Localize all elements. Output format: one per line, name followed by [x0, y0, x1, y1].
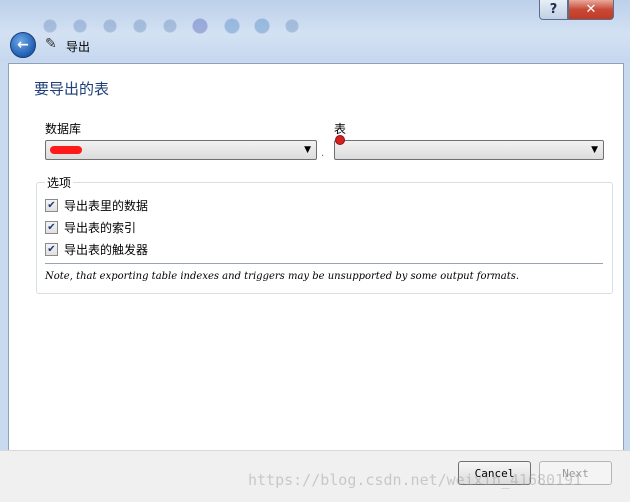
- check-icon: ✔: [47, 222, 56, 233]
- options-legend: 选项: [45, 174, 74, 191]
- table-select[interactable]: ▼: [334, 135, 604, 160]
- database-label: 数据库: [45, 122, 82, 136]
- separator-dot: .: [321, 148, 325, 159]
- wizard-content-panel: 要导出的表 数据库 表 ▼ . ▼ 选项 ✔ 导出表里的数据 ✔ 导出表的索引 …: [8, 63, 624, 451]
- help-button[interactable]: ?: [539, 0, 568, 20]
- window-controls: ? ✕: [539, 0, 614, 20]
- database-select[interactable]: ▼: [45, 140, 317, 160]
- checkbox-export-triggers[interactable]: ✔: [45, 243, 58, 256]
- option-export-triggers[interactable]: ✔ 导出表的触发器: [45, 241, 148, 258]
- error-indicator-icon: [335, 135, 345, 145]
- wand-icon: ✎: [45, 36, 57, 52]
- option-label: 导出表的索引: [64, 221, 137, 235]
- option-label: 导出表的触发器: [64, 243, 149, 257]
- check-icon: ✔: [47, 200, 56, 211]
- back-arrow-icon: ←: [17, 37, 29, 53]
- option-export-data[interactable]: ✔ 导出表里的数据: [45, 197, 148, 214]
- close-button[interactable]: ✕: [568, 0, 614, 20]
- checkbox-export-indexes[interactable]: ✔: [45, 221, 58, 234]
- watermark-text: https://blog.csdn.net/weixin_41680191: [248, 471, 583, 489]
- chevron-down-icon: ▼: [591, 145, 598, 155]
- checkbox-export-data[interactable]: ✔: [45, 199, 58, 212]
- option-export-indexes[interactable]: ✔ 导出表的索引: [45, 219, 136, 236]
- page-title: 要导出的表: [34, 80, 110, 98]
- chevron-down-icon: ▼: [304, 145, 311, 155]
- check-icon: ✔: [47, 244, 56, 255]
- export-note: Note, that exporting table indexes and t…: [45, 271, 520, 282]
- window-titlebar: [0, 0, 630, 62]
- redacted-value-mark: [50, 146, 82, 154]
- divider: [45, 263, 603, 264]
- back-button[interactable]: ←: [10, 32, 36, 58]
- wizard-title: 导出: [66, 40, 91, 54]
- option-label: 导出表里的数据: [64, 199, 149, 213]
